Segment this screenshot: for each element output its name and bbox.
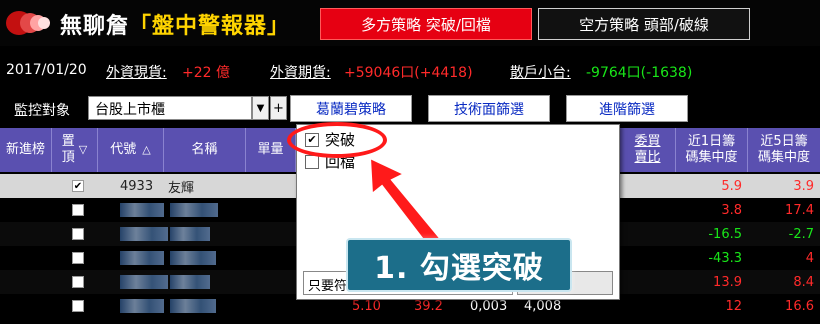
redacted-code (120, 222, 168, 246)
col-chip-5d[interactable]: 近5日籌 碼集中度 (748, 128, 820, 172)
filter-icon[interactable]: ▽ (79, 142, 87, 158)
redaction-blur (170, 203, 218, 217)
redaction-blur (170, 275, 210, 289)
chip-1d-value: -43.3 (708, 250, 742, 266)
col-pin-top[interactable]: 置 頂 ▽ (52, 128, 98, 172)
foreign-spot-label: 外資現貨: (106, 65, 167, 81)
long-strategy-button[interactable]: 多方策略 突破/回檔 (320, 8, 532, 40)
advanced-filter-button[interactable]: 進階篩選 (566, 95, 688, 122)
chip-5d-value: 8.4 (793, 274, 814, 290)
redacted-name (170, 246, 216, 270)
app-title: 無聊詹「盤中警報器」 (60, 8, 290, 40)
retail-value: -9764口(-1638) (586, 65, 693, 81)
pin-checkbox[interactable] (72, 204, 84, 216)
foreign-spot-value: +22 億 (182, 65, 230, 81)
redaction-blur (170, 251, 216, 265)
pointer-arrow-icon (368, 156, 442, 248)
redacted-code (120, 198, 164, 222)
code-label: 代號 (110, 142, 137, 157)
redaction-blur (170, 299, 216, 313)
sort-icon[interactable]: △ (142, 142, 150, 158)
brand-name: 無聊詹 (60, 14, 130, 39)
redacted-code (120, 294, 164, 318)
title-bar: 無聊詹「盤中警報器」 多方策略 突破/回檔 空方策略 頭部/破線 (0, 0, 820, 46)
chip-1d-value: 3.8 (721, 202, 742, 218)
chip-5d-value: 17.4 (785, 202, 814, 218)
redaction-blur (170, 227, 210, 241)
redaction-blur (120, 299, 164, 313)
short-strategy-button[interactable]: 空方策略 頭部/破線 (538, 8, 750, 40)
market-select[interactable]: 台股上市櫃 (88, 96, 252, 120)
chip-5d-value: 4 (805, 250, 814, 266)
chip-1d-value: 5.9 (721, 178, 742, 194)
redacted-name (170, 270, 210, 294)
redacted-name (170, 222, 210, 246)
retail-label: 散戶小台: (510, 65, 571, 81)
chip-1d-value: 12 (725, 298, 742, 314)
pin-checkbox[interactable] (72, 276, 84, 288)
pin-checkbox[interactable]: ✔ (72, 180, 84, 192)
brand-product: 「盤中警報器」 (129, 14, 291, 39)
redaction-blur (120, 251, 164, 265)
redaction-blur (120, 227, 168, 241)
logo-icon (6, 9, 56, 37)
pin-top-label: 置 頂 (61, 134, 75, 165)
stock-name: 友輝 (168, 180, 195, 196)
col-code[interactable]: 代號 △ (98, 128, 164, 172)
granville-strategy-button[interactable]: 葛蘭碧策略 (290, 95, 412, 122)
foreign-futures-label: 外資期貨: (270, 65, 331, 81)
col-chip-1d[interactable]: 近1日籌 碼集中度 (676, 128, 748, 172)
redaction-blur (120, 203, 164, 217)
technical-filter-button[interactable]: 技術面篩選 (428, 95, 550, 122)
chip-5d-value: 3.9 (793, 178, 814, 194)
col-order-ratio[interactable]: 委買 賣比 (620, 128, 676, 172)
pin-checkbox[interactable] (72, 228, 84, 240)
chip-5d-value: -2.7 (788, 226, 814, 242)
col-name[interactable]: 名稱 (164, 128, 246, 172)
chevron-down-icon[interactable]: ▼ (252, 96, 269, 120)
date-label: 2017/01/20 (6, 62, 87, 78)
add-button[interactable]: + (270, 96, 287, 120)
chip-5d-value: 16.6 (785, 298, 814, 314)
control-bar: 監控對象 台股上市櫃 ▼ + 葛蘭碧策略 技術面篩選 進階篩選 (0, 92, 820, 126)
foreign-futures-value: +59046口(+4418) (344, 65, 473, 81)
col-new-list[interactable]: 新進榜 (0, 128, 52, 172)
redacted-name (170, 294, 216, 318)
chip-1d-value: -16.5 (708, 226, 742, 242)
step-badge: 1. 勾選突破 (346, 238, 572, 292)
market-info-bar: 2017/01/20 外資現貨: +22 億 外資期貨: +59046口(+44… (0, 56, 820, 86)
monitor-label: 監控對象 (14, 103, 70, 119)
redacted-name (170, 198, 218, 222)
redacted-code (120, 270, 168, 294)
chip-1d-value: 13.9 (713, 274, 742, 290)
redaction-blur (120, 275, 168, 289)
redacted-code (120, 246, 164, 270)
pin-checkbox[interactable] (72, 252, 84, 264)
stock-code: 4933 (120, 178, 154, 194)
pin-checkbox[interactable] (72, 300, 84, 312)
